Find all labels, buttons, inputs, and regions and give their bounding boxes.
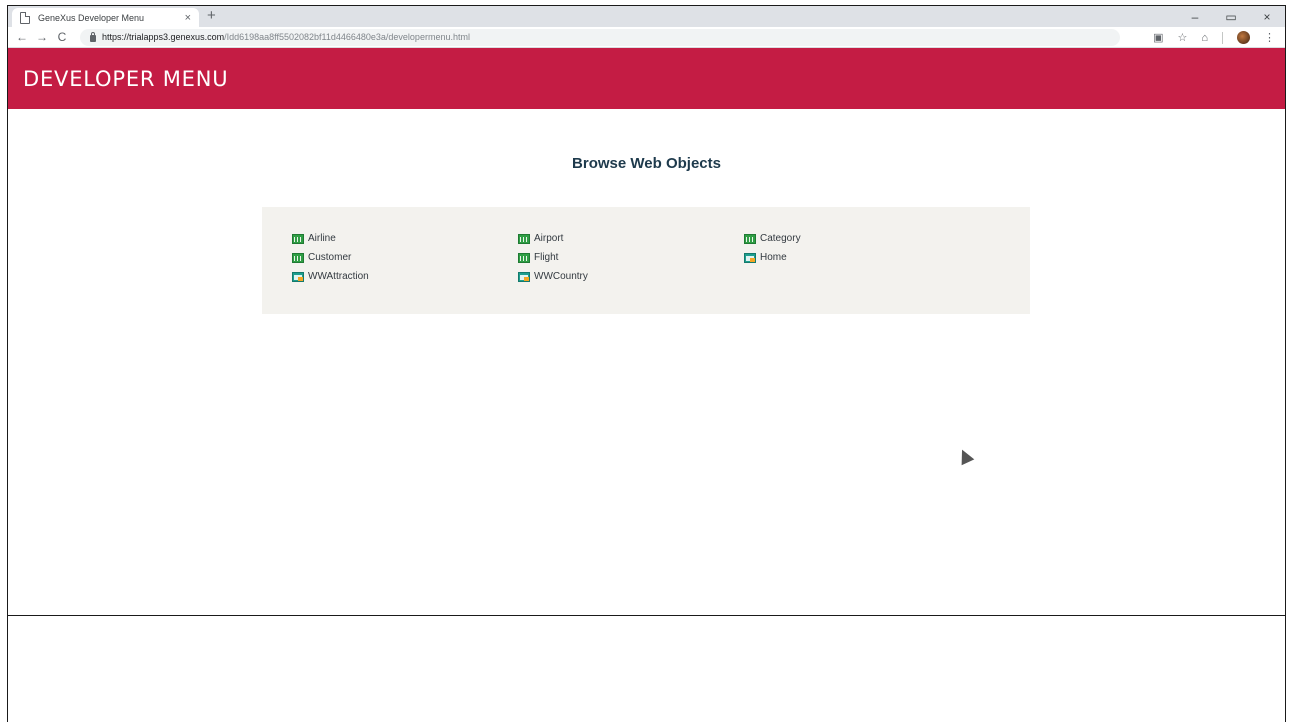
more-menu-icon[interactable]: ⋮ bbox=[1264, 31, 1275, 44]
object-link-category[interactable]: Category bbox=[744, 232, 970, 245]
object-label: Flight bbox=[534, 252, 559, 263]
object-label: Customer bbox=[308, 252, 352, 263]
url-text: https://trialapps3.genexus.com/Idd6198aa… bbox=[102, 32, 470, 42]
app-title: DEVELOPER MENU bbox=[23, 66, 229, 91]
web-objects-panel: Airline Airport Category Customer Flight… bbox=[262, 207, 1030, 314]
profile-avatar[interactable] bbox=[1237, 31, 1250, 44]
object-label: Category bbox=[760, 233, 801, 244]
tab-title: GeneXus Developer Menu bbox=[38, 12, 145, 23]
restore-button[interactable]: ▭ bbox=[1213, 6, 1249, 27]
extension-icon[interactable]: ⌂ bbox=[1201, 32, 1208, 44]
bookmark-star-icon[interactable]: ☆ bbox=[1177, 31, 1187, 44]
object-link-customer[interactable]: Customer bbox=[292, 251, 518, 264]
close-window-button[interactable]: × bbox=[1249, 6, 1285, 27]
transaction-icon bbox=[292, 233, 304, 244]
reload-button[interactable]: C bbox=[52, 30, 72, 44]
web-objects-grid: Airline Airport Category Customer Flight… bbox=[292, 232, 1030, 283]
webpanel-icon bbox=[518, 271, 530, 282]
object-label: WWAttraction bbox=[308, 271, 369, 282]
tab-strip: GeneXus Developer Menu × + – ▭ × bbox=[8, 6, 1285, 27]
forward-button[interactable]: → bbox=[32, 30, 52, 44]
toolbar-actions: ▣ ☆ ⌂ ⋮ bbox=[1153, 27, 1275, 48]
webpanel-icon bbox=[292, 271, 304, 282]
translate-icon[interactable]: ▣ bbox=[1153, 31, 1163, 44]
mouse-cursor-icon bbox=[957, 448, 973, 464]
window-controls: – ▭ × bbox=[1177, 6, 1285, 27]
object-link-airport[interactable]: Airport bbox=[518, 232, 744, 245]
object-label: Home bbox=[760, 252, 787, 263]
section-title: Browse Web Objects bbox=[572, 155, 721, 172]
app-header: DEVELOPER MENU bbox=[8, 48, 1285, 109]
lock-icon[interactable] bbox=[90, 31, 96, 42]
url-path: /Idd6198aa8ff5502082bf11d4466480e3a/deve… bbox=[224, 32, 470, 42]
page-icon bbox=[20, 11, 30, 24]
minimize-button[interactable]: – bbox=[1177, 6, 1213, 27]
transaction-icon bbox=[744, 233, 756, 244]
browser-window: GeneXus Developer Menu × + – ▭ × ← → C h… bbox=[7, 5, 1286, 722]
object-link-wwattraction[interactable]: WWAttraction bbox=[292, 270, 518, 283]
object-link-flight[interactable]: Flight bbox=[518, 251, 744, 264]
webpanel-icon bbox=[744, 252, 756, 263]
transaction-icon bbox=[518, 233, 530, 244]
new-tab-button[interactable]: + bbox=[207, 7, 216, 24]
transaction-icon bbox=[292, 252, 304, 263]
transaction-icon bbox=[518, 252, 530, 263]
back-button[interactable]: ← bbox=[12, 30, 32, 44]
bottom-divider bbox=[8, 615, 1285, 616]
object-link-home[interactable]: Home bbox=[744, 251, 970, 264]
browser-tab[interactable]: GeneXus Developer Menu × bbox=[12, 8, 199, 27]
object-link-airline[interactable]: Airline bbox=[292, 232, 518, 245]
toolbar-divider bbox=[1222, 31, 1223, 44]
url-host: https://trialapps3.genexus.com bbox=[102, 32, 225, 42]
main-content: Browse Web Objects Airline Airport Categ… bbox=[8, 109, 1285, 614]
object-link-wwcountry[interactable]: WWCountry bbox=[518, 270, 744, 283]
object-label: Airline bbox=[308, 233, 336, 244]
object-label: Airport bbox=[534, 233, 564, 244]
address-bar[interactable]: https://trialapps3.genexus.com/Idd6198aa… bbox=[80, 28, 1120, 46]
object-label: WWCountry bbox=[534, 271, 588, 282]
tab-close-icon[interactable]: × bbox=[185, 12, 191, 24]
browser-toolbar: ← → C https://trialapps3.genexus.com/Idd… bbox=[8, 27, 1285, 48]
